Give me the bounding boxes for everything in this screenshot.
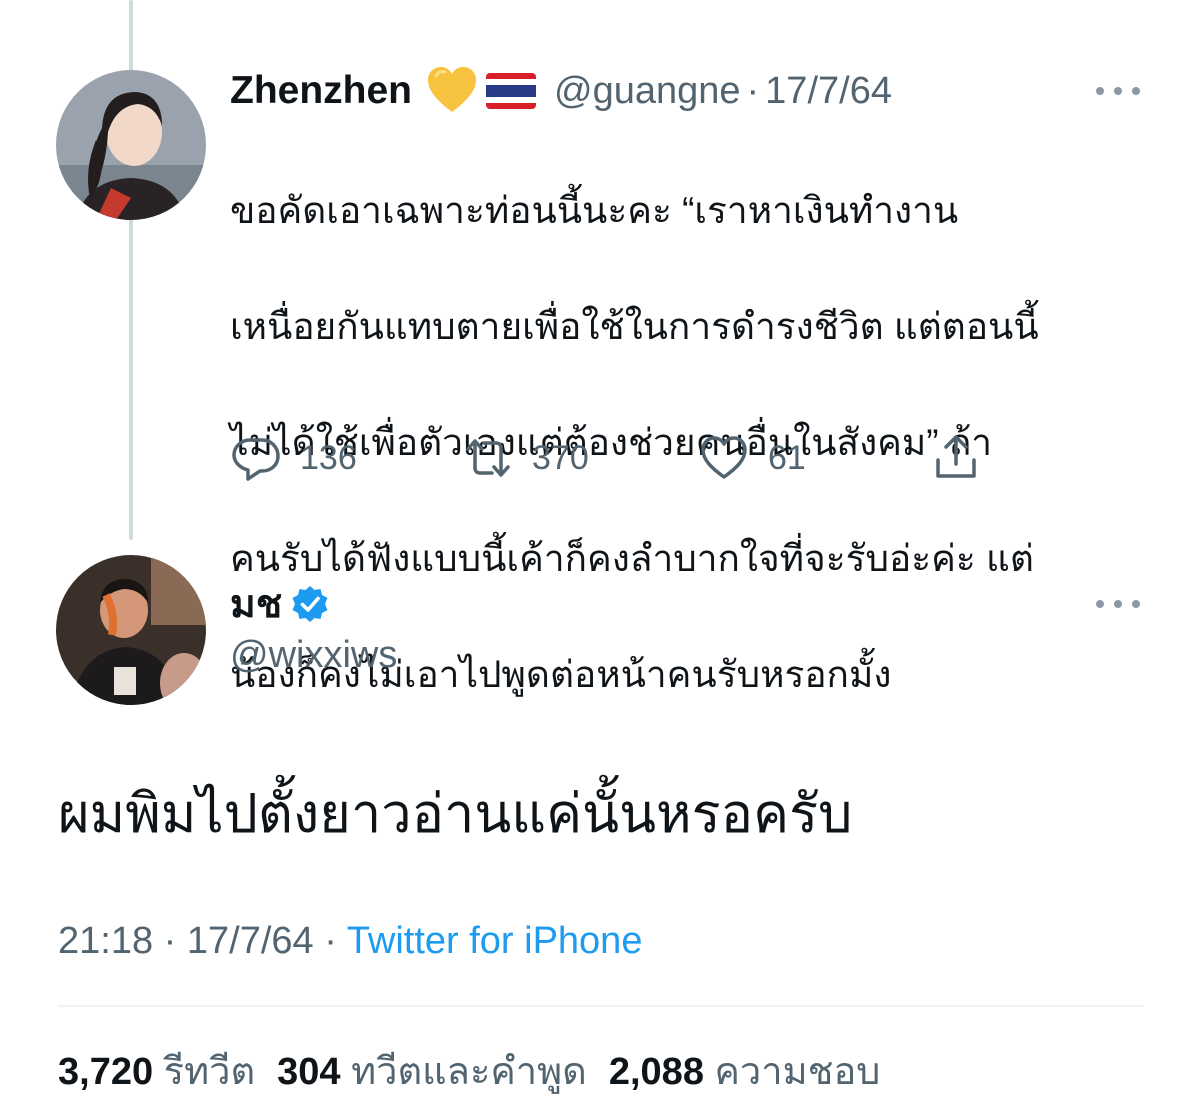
separator: · <box>324 920 337 962</box>
like-count: 61 <box>768 438 806 477</box>
tweet-text-line: เหนื่อยกันแทบตายเพื่อใช้ในการดำรงชีวิต แ… <box>230 306 1039 347</box>
tweet-date[interactable]: 17/7/64 <box>187 920 314 962</box>
tweet-date[interactable]: 17/7/64 <box>765 70 892 113</box>
share-icon <box>930 432 982 484</box>
quotes-label: ทวีตและคำพูด <box>351 1051 587 1093</box>
tweet-source-link[interactable]: Twitter for iPhone <box>347 920 643 962</box>
tweet-text-line: คนรับได้ฟังแบบนี้เค้าก็คงลำบากใจที่จะรับ… <box>230 538 1034 579</box>
avatar[interactable] <box>56 555 206 705</box>
avatar[interactable] <box>56 70 206 220</box>
tweet-text-line: ขอคัดเอาเฉพาะท่อนนี้นะคะ “เราหาเงินทำงาน <box>230 190 959 231</box>
tweet-time[interactable]: 21:18 <box>58 920 153 962</box>
main-tweet-text: ผมพิมไปตั้งยาวอ่านแค่นั้นหรอครับ <box>58 784 853 844</box>
author-handle[interactable]: @guangne <box>554 70 741 113</box>
avatar-image <box>56 70 206 220</box>
quotes-stat[interactable]: 304 ทวีตและคำพูด <box>277 1051 587 1093</box>
likes-count: 2,088 <box>608 1051 704 1093</box>
engagement-stats: 3,720 รีทวีต 304 ทวีตและคำพูด 2,088 ความชอ… <box>58 1040 880 1101</box>
quotes-count: 304 <box>277 1051 341 1093</box>
retweets-count: 3,720 <box>58 1051 154 1093</box>
avatar-image <box>56 555 206 705</box>
more-options-icon[interactable] <box>1096 598 1140 610</box>
retweets-label: รีทวีต <box>163 1051 256 1093</box>
reply-button[interactable]: 136 <box>230 430 357 486</box>
yellow-heart-icon <box>426 66 478 116</box>
more-options-icon[interactable] <box>1096 85 1140 97</box>
likes-stat[interactable]: 2,088 ความชอบ <box>609 1051 881 1093</box>
retweets-stat[interactable]: 3,720 รีทวีต <box>58 1051 255 1093</box>
author-display-name[interactable]: Zhenzhen <box>230 69 412 113</box>
tweet-metadata: 21:18 · 17/7/64 · Twitter for iPhone <box>58 920 642 963</box>
author-handle[interactable]: @wixxiws <box>230 634 397 677</box>
likes-label: ความชอบ <box>714 1051 881 1093</box>
reply-tweet-header: Zhenzhen @guangne · 17/7/64 <box>230 66 892 116</box>
thailand-flag-icon <box>486 73 536 109</box>
reply-icon <box>230 432 282 484</box>
retweet-icon <box>462 432 514 484</box>
separator: · <box>746 69 760 112</box>
heart-icon <box>698 432 750 484</box>
share-button[interactable] <box>930 430 1000 486</box>
divider <box>58 1005 1144 1007</box>
separator: · <box>163 920 177 962</box>
like-button[interactable]: 61 <box>698 430 806 486</box>
tweet-text-line: ไม่ได้ใช้เพื่อตัวเองแต่ต้องช่วยคนอื่นในส… <box>230 422 993 463</box>
retweet-count: 370 <box>532 438 589 477</box>
reply-count: 136 <box>300 438 357 477</box>
retweet-button[interactable]: 370 <box>462 430 589 486</box>
verified-badge-icon <box>290 584 330 624</box>
author-display-name[interactable]: มช <box>230 573 282 635</box>
main-tweet-author: มช <box>230 578 330 630</box>
